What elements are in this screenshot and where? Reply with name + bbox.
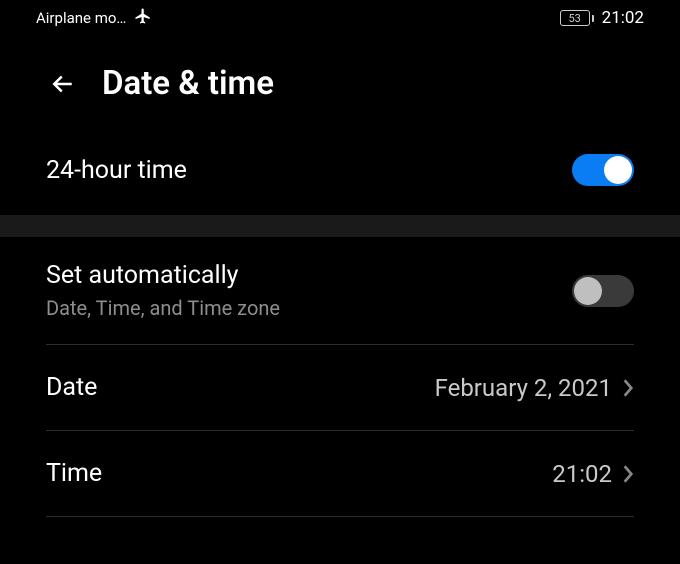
airplane-mode-label: Airplane mo… [36,9,126,27]
row-label-24h: 24-hour time [46,156,187,185]
toggle-set-automatically[interactable] [572,275,634,307]
row-value-time: 21:02 [552,460,612,488]
status-right: 53 21:02 [560,8,644,28]
row-time[interactable]: Time 21:02 [46,431,634,517]
status-left: Airplane mo… [36,7,152,29]
battery-percent: 53 [568,12,580,25]
row-label-date: Date [46,373,97,402]
row-date[interactable]: Date February 2, 2021 [46,345,634,431]
row-set-automatically: Set automatically Date, Time, and Time z… [46,237,634,345]
row-label-auto: Set automatically [46,261,280,290]
row-subtitle-auto: Date, Time, and Time zone [46,296,280,320]
airplane-icon [134,7,152,29]
page-title: Date & time [102,64,274,103]
header: Date & time [0,36,680,137]
status-clock: 21:02 [602,8,644,28]
chevron-right-icon [622,464,634,484]
toggle-24-hour-time[interactable] [572,154,634,186]
row-label-time: Time [46,459,102,488]
row-24-hour-time: 24-hour time [0,137,680,215]
section-divider [0,215,680,237]
battery-indicator: 53 [560,10,594,26]
chevron-right-icon [622,378,634,398]
status-bar: Airplane mo… 53 21:02 [0,0,680,36]
back-icon[interactable] [48,69,78,99]
row-value-date: February 2, 2021 [435,374,612,402]
